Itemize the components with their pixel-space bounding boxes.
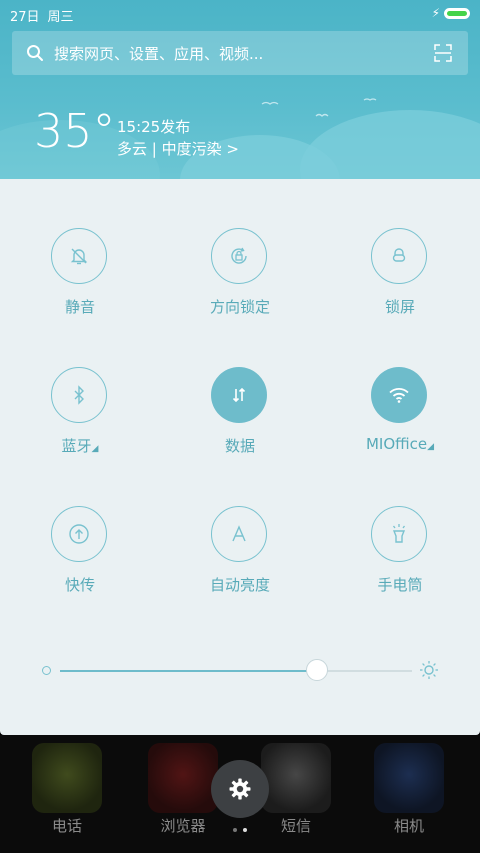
toggle-flashlight[interactable]: 手电筒 [320,506,480,616]
quick-settings-panel: 静音 方向锁定 锁屏 蓝牙◢ 数据 MIOffice◢ 快传 自动亮度 手电筒 [0,179,480,735]
rotation-lock-icon [211,228,267,284]
toggle-bluetooth[interactable]: 蓝牙◢ [0,367,160,477]
battery-icon [444,7,470,19]
share-icon [51,506,107,562]
page-dot [233,828,237,832]
temperature: 35° [34,104,116,158]
toggle-label: 手电筒 [377,576,423,594]
dock-app-phone[interactable]: 电话 [22,743,112,836]
weather-details[interactable]: 15:25发布 多云 | 中度污染 > [117,116,239,160]
toggle-rotation-lock[interactable]: 方向锁定 [160,228,320,338]
dock-app-label: 相机 [393,817,424,835]
charging-icon: ⚡ [431,6,440,20]
toggle-label: 数据 [224,437,255,455]
toggle-label-container: 蓝牙◢ [0,435,160,456]
bell-off-icon [51,228,107,284]
toggle-label-container: MIOffice◢ [320,435,480,453]
search-placeholder: 搜索网页、设置、应用、视频... [54,44,264,63]
scan-icon[interactable] [434,44,452,62]
toggle-mute[interactable]: 静音 [0,228,160,338]
status-bar: 27日 周三 [10,6,82,25]
page-dot-active [243,828,247,832]
weather-publish-time: 15:25发布 [117,118,191,136]
dock-app-label: 电话 [51,817,82,835]
brightness-slider-fill [60,670,317,672]
gear-icon [229,778,251,800]
flashlight-icon [371,506,427,562]
auto-brightness-icon [211,506,267,562]
settings-button[interactable] [211,760,269,818]
status-weekday: 周三 [47,10,74,25]
expand-triangle-icon: ◢ [91,444,99,454]
brightness-slider-thumb[interactable] [305,659,328,681]
page-indicator [233,828,247,832]
wifi-icon [371,367,427,423]
toggle-label: 静音 [64,298,95,316]
toggle-label: 蓝牙 [61,437,92,455]
browser-app-icon [148,743,218,813]
weather-header: 27日 周三 ⚡ 搜索网页、设置、应用、视频... 35° 15:25发布 多云 … [0,0,480,179]
dock-app-label: 浏览器 [160,817,206,835]
brightness-low-icon [42,666,51,675]
toggle-label: 方向锁定 [209,298,270,316]
brightness-slider[interactable] [60,659,412,681]
search-icon [27,45,43,61]
toggle-lock-screen[interactable]: 锁屏 [320,228,480,338]
dock-app-label: 短信 [280,817,311,835]
dock-app-camera[interactable]: 相机 [364,743,454,836]
search-bar[interactable]: 搜索网页、设置、应用、视频... [12,31,468,75]
data-arrows-icon [211,367,267,423]
toggle-label: 自动亮度 [209,576,270,594]
toggle-wifi[interactable]: MIOffice◢ [320,367,480,477]
toggle-label: 锁屏 [384,298,415,316]
phone-app-icon [32,743,102,813]
lock-icon [371,228,427,284]
bluetooth-icon [51,367,107,423]
status-date: 27日 [10,10,40,25]
weather-condition[interactable]: 多云 | 中度污染 > [117,138,239,160]
camera-app-icon [374,743,444,813]
expand-triangle-icon: ◢ [427,442,435,452]
toggle-label: MIOffice [365,435,428,453]
toggle-label: 快传 [64,576,95,594]
toggle-mobile-data[interactable]: 数据 [160,367,320,477]
brightness-high-icon [420,661,438,679]
toggle-quick-share[interactable]: 快传 [0,506,160,616]
messages-app-icon [261,743,331,813]
toggle-auto-brightness[interactable]: 自动亮度 [160,506,320,616]
status-right: ⚡ [432,6,470,20]
